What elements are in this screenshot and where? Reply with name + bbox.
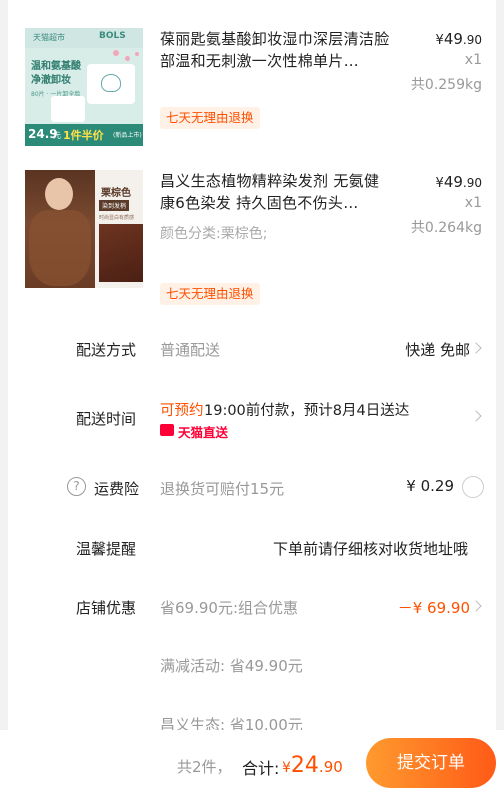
thumb-price-unit: 元 [53, 131, 61, 140]
product-thumbnail[interactable]: 栗棕色 染到发梢 时尚显白有质感 [25, 170, 143, 288]
full-reduction-row: 满减活动: 省49.90元 [8, 654, 496, 676]
price-decimal: .90 [462, 176, 482, 190]
thumb-line2: 净澈卸妆 [31, 75, 71, 86]
total-label: 合计: [242, 759, 280, 778]
total-decimal: .90 [318, 758, 343, 776]
product-sku[interactable]: 颜色分类:栗棕色; [160, 223, 267, 243]
thumb-hair-photo [25, 170, 95, 288]
delivery-time-value: 19:00前付款，预计8月4日送达 [204, 403, 410, 419]
delivery-time-row[interactable]: 配送时间 可预约 19:00前付款，预计8月4日送达 天猫直送 [8, 396, 496, 446]
reminder-text: 下单前请仔细核对收货地址哦 [272, 540, 468, 558]
product-weight: 共0.264kg [410, 220, 482, 236]
delivery-method-label: 配送方式 [76, 341, 137, 359]
thumb-color-note: 时尚显白有质感 [99, 215, 135, 221]
price-currency: ¥ [435, 176, 444, 191]
chevron-right-icon [470, 410, 482, 422]
freight-insurance-label: 运费险 [94, 480, 140, 498]
shop-discount-row[interactable]: 店铺优惠 省69.90元:组合优惠 －¥ 69.90 [8, 596, 496, 618]
thumb-color-name: 栗棕色 [101, 188, 131, 199]
total-currency: ¥ [282, 760, 291, 776]
product-quantity: x1 [464, 52, 482, 68]
return-policy-tag: 七天无理由退换 [160, 283, 260, 305]
product-price: ¥49.90 [436, 173, 482, 191]
thumb-banner-left: 天猫超市 [33, 33, 65, 42]
delivery-time-label: 配送时间 [76, 410, 137, 428]
thumb-line1: 温和氨基酸 [31, 61, 81, 72]
freight-insurance-checkbox[interactable] [462, 476, 484, 498]
product-thumbnail[interactable]: 天猫超市 BOLS 温和氨基酸 净澈卸妆 80片 · 一片卸全脸 24.9 元 … [25, 28, 143, 146]
order-card: 天猫超市 BOLS 温和氨基酸 净澈卸妆 80片 · 一片卸全脸 24.9 元 … [8, 0, 496, 800]
tmall-direct-badge: 天猫直送 [178, 425, 229, 440]
checkout-bar: 共2件， 合计: ¥24.90 提交订单 [0, 730, 504, 800]
shop-discount-amount: －¥ 69.90 [397, 599, 470, 617]
price-integer: 49 [443, 173, 463, 191]
delivery-fee-text: 快递 免邮 [405, 341, 470, 359]
thumb-promo-note: (新品上市) [113, 132, 142, 139]
return-policy-tag: 七天无理由退换 [160, 107, 260, 129]
price-integer: 49 [443, 30, 463, 48]
product-weight: 共0.259kg [410, 77, 482, 93]
thumb-brand: BOLS [99, 31, 126, 41]
shop-discount-label: 店铺优惠 [76, 599, 137, 617]
product-quantity: x1 [464, 195, 482, 211]
product-title[interactable]: 葆丽匙氨基酸卸妆湿巾深层清洁脸部温和无刺激一次性棉单片… [160, 28, 390, 72]
chevron-right-icon [470, 600, 482, 612]
shop-discount-desc: 省69.90元:组合优惠 [160, 599, 298, 617]
help-icon[interactable]: ? [67, 477, 86, 496]
total-amount: ¥24.90 [282, 753, 343, 778]
freight-insurance-desc: 退换货可赔付15元 [160, 480, 285, 498]
price-currency: ¥ [435, 33, 444, 48]
chevron-right-icon [470, 342, 482, 354]
delivery-method-value: 普通配送 [160, 341, 221, 359]
thumb-promo: 1件半价 [63, 129, 104, 142]
freight-insurance-price: ¥ 0.29 [406, 477, 454, 495]
thumb-banner: 天猫超市 BOLS [25, 28, 143, 48]
thumb-package [87, 64, 135, 104]
price-decimal: .90 [462, 33, 482, 47]
tmall-icon [160, 424, 174, 436]
product-title[interactable]: 昌义生态植物精粹染发剂 无氨健康6色染发 持久固色不伤头… [160, 170, 390, 214]
submit-order-button[interactable]: 提交订单 [366, 738, 496, 788]
reminder-row: 温馨提醒 下单前请仔细核对收货地址哦 [8, 537, 496, 559]
delivery-method-row[interactable]: 配送方式 普通配送 快递 免邮 [8, 338, 496, 360]
thumb-color-badge: 染到发梢 [99, 200, 130, 211]
reminder-label: 温馨提醒 [76, 540, 137, 558]
reserve-prefix: 可预约 [160, 403, 204, 419]
thumb-package-small [51, 96, 85, 122]
item-count: 共2件， [177, 758, 232, 776]
total-integer: 24 [290, 753, 319, 778]
thumb-price-strip: 24.9 元 1件半价 (新品上市) [25, 124, 143, 146]
full-reduction-text: 满减活动: 省49.90元 [160, 657, 303, 675]
product-price: ¥49.90 [436, 30, 482, 48]
thumb-color-swatch [99, 224, 143, 282]
freight-insurance-row[interactable]: ? 运费险 退换货可赔付15元 ¥ 0.29 [8, 476, 496, 500]
